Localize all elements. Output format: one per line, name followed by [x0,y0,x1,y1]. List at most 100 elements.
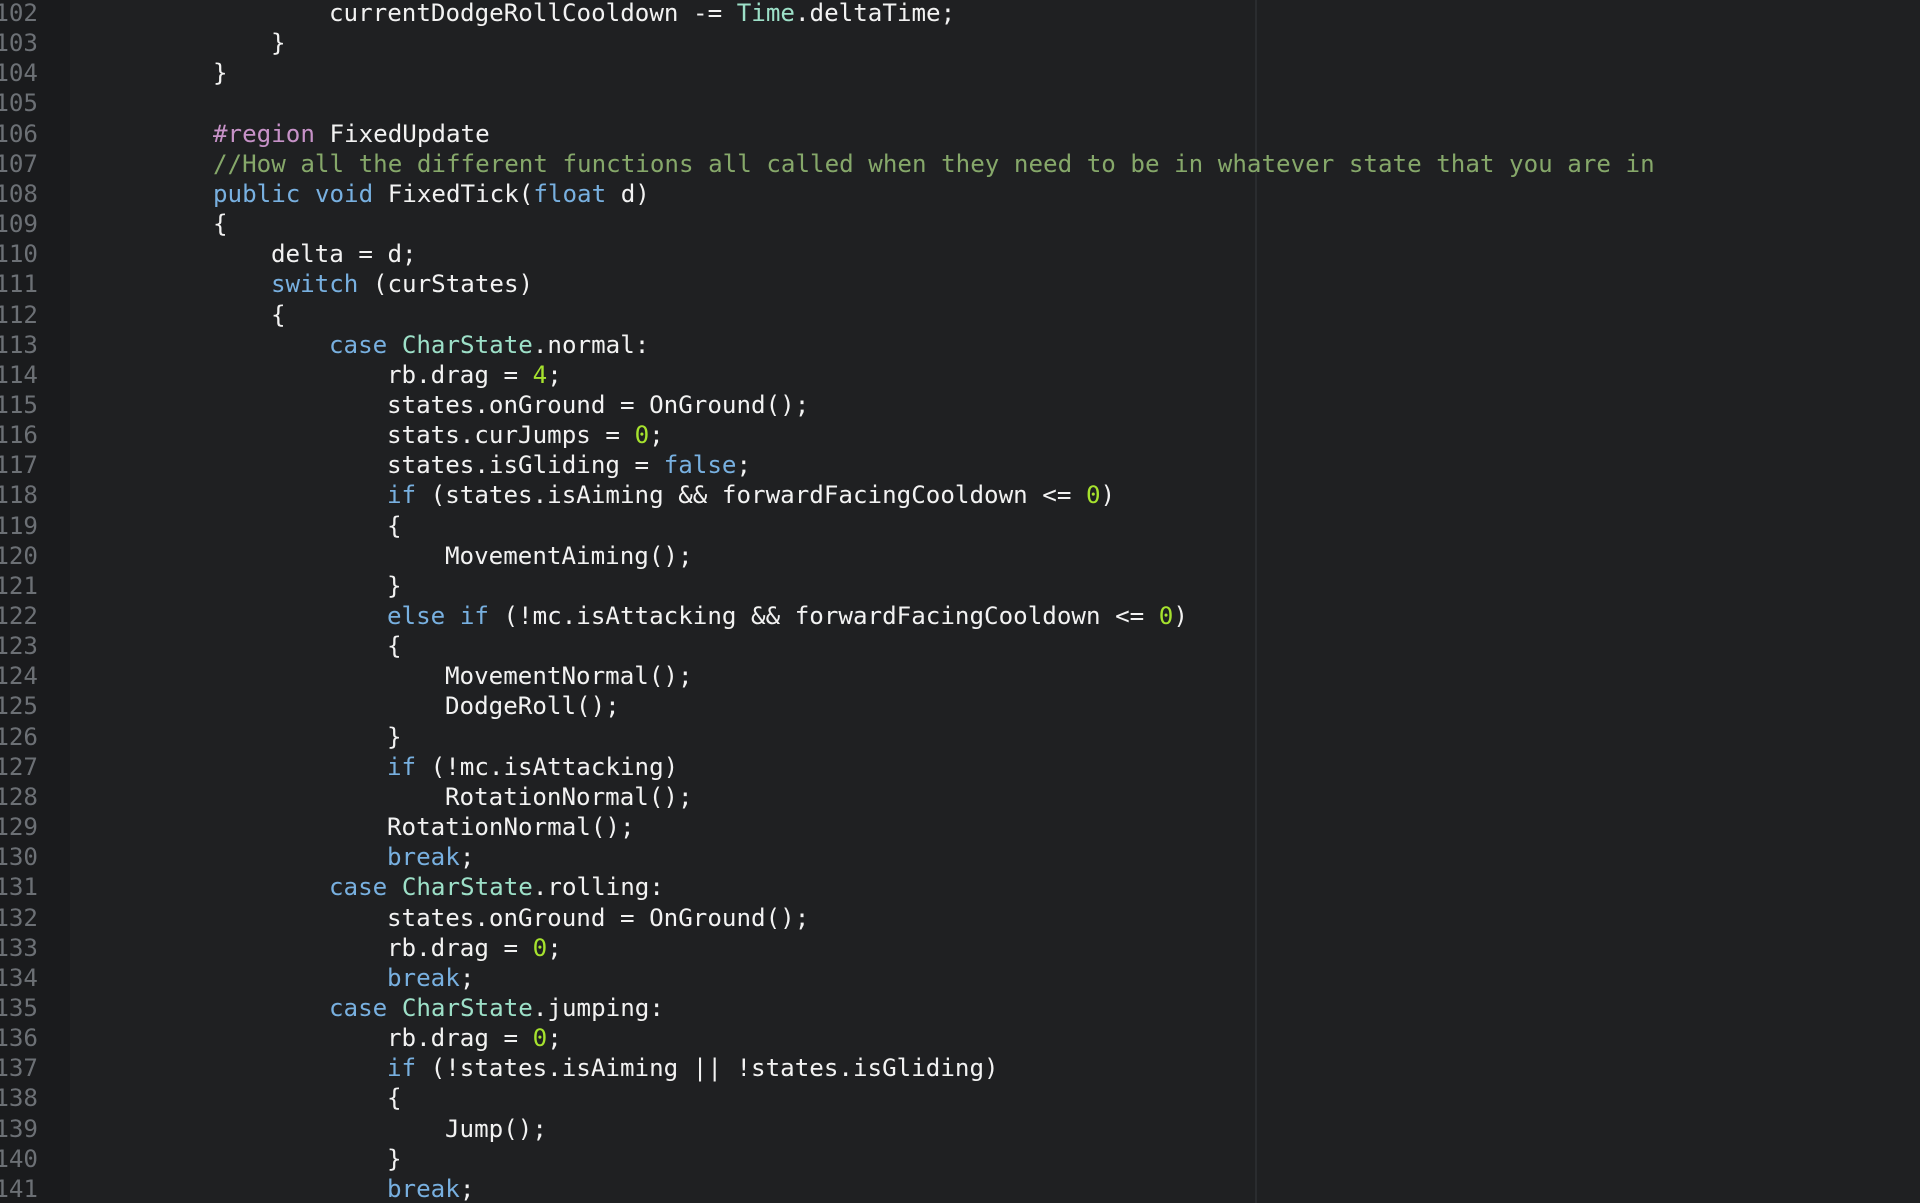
code-text: break; [387,1174,474,1203]
line-number: 107 [0,149,38,178]
code-token-plain: { [387,1084,402,1113]
code-line[interactable]: 134 break; [0,963,1920,993]
code-text: { [387,511,402,541]
code-text: if (!states.isAiming || !states.isGlidin… [387,1053,999,1083]
code-line[interactable]: 138 { [0,1083,1920,1113]
code-line[interactable]: 137 if (!states.isAiming || !states.isGli… [0,1053,1920,1083]
code-line[interactable]: 112 { [0,300,1920,330]
code-line[interactable]: 123 { [0,631,1920,661]
code-token-plain: (states.isAiming && forwardFacingCooldow… [416,481,1086,510]
code-text: case CharState.normal: [329,330,649,360]
code-line[interactable]: 131 case CharState.rolling: [0,872,1920,902]
code-line[interactable]: 122 else if (!mc.isAttacking && forwardFa… [0,601,1920,631]
code-text: else if (!mc.isAttacking && forwardFacin… [387,601,1188,631]
code-text: Jump(); [445,1114,547,1144]
code-line[interactable]: 121} [0,571,1920,601]
code-token-plain: currentDodgeRollCooldown -= [329,0,737,27]
code-line[interactable]: 126} [0,722,1920,752]
line-number: 141 [0,1174,38,1203]
code-line[interactable]: 124 MovementNormal(); [0,661,1920,691]
code-token-number: 0 [532,933,548,962]
code-line[interactable]: 117 states.isGliding = false; [0,450,1920,480]
line-number: 130 [0,843,38,872]
code-line[interactable]: 130 break; [0,842,1920,872]
code-line[interactable]: 125 DodgeRoll(); [0,691,1920,721]
code-token-plain: ; [459,963,475,992]
line-number: 109 [0,210,38,239]
code-line[interactable]: 127 if (!mc.isAttacking) [0,752,1920,782]
code-token-keyword: if [387,752,417,781]
line-number: 127 [0,752,38,781]
code-line[interactable]: 104} [0,58,1920,88]
code-line[interactable]: 141 break; [0,1174,1920,1203]
code-token-plain: ; [649,421,664,450]
code-line[interactable]: 113 case CharState.normal: [0,330,1920,360]
code-line[interactable]: 119 { [0,511,1920,541]
code-line[interactable]: 118 if (states.isAiming && forwardFacingC… [0,480,1920,510]
line-number: 132 [0,903,38,932]
code-line[interactable]: 132 states.onGround = OnGround(); [0,903,1920,933]
line-number: 117 [0,451,38,480]
code-text: public void FixedTick(float d) [213,179,650,209]
code-line[interactable]: 102 currentDodgeRollCooldown -= Time.delt… [0,0,1920,28]
code-text: MovementAiming(); [445,541,693,571]
code-line[interactable]: 133 rb.drag = 0; [0,933,1920,963]
code-text: } [387,571,402,601]
code-token-plain: .jumping: [532,993,664,1022]
code-line[interactable]: 110 delta = d; [0,239,1920,269]
line-number: 103 [0,29,38,58]
code-line[interactable]: 103} [0,28,1920,58]
code-text: DodgeRoll(); [445,691,620,721]
code-editor[interactable]: 102 currentDodgeRollCooldown -= Time.delt… [0,0,1920,1203]
code-line[interactable]: 107 //How all the different functions all… [0,149,1920,179]
code-token-keyword: break [387,1174,460,1203]
code-line[interactable]: 120 MovementAiming(); [0,541,1920,571]
code-text: case CharState.rolling: [329,872,664,902]
code-token-plain: (curStates) [358,270,534,299]
code-line[interactable]: 115 states.onGround = OnGround(); [0,390,1920,420]
line-number: 115 [0,390,38,419]
code-text: #region FixedUpdate [213,119,490,149]
code-token-plain: ; [547,360,562,389]
line-number: 105 [0,89,38,118]
code-line[interactable]: 116 stats.curJumps = 0; [0,420,1920,450]
code-token-plain: RotationNormal(); [445,782,693,811]
code-text: states.onGround = OnGround(); [387,903,809,933]
code-token-plain: (!mc.isAttacking) [416,752,679,781]
code-text: { [387,1083,402,1113]
line-number: 131 [0,873,38,902]
code-text: stats.curJumps = 0; [387,420,664,450]
line-number: 104 [0,59,38,88]
code-line[interactable]: 105 [0,88,1920,118]
code-line[interactable]: 114 rb.drag = 4; [0,360,1920,390]
line-number: 139 [0,1114,38,1143]
code-line[interactable]: 111 switch (curStates) [0,269,1920,299]
code-area[interactable]: 102 currentDodgeRollCooldown -= Time.delt… [0,0,1920,1203]
code-text: case CharState.jumping: [329,993,664,1023]
code-line[interactable]: 108 public void FixedTick(float d) [0,179,1920,209]
code-line[interactable]: 129 RotationNormal(); [0,812,1920,842]
code-token-keyword: float [533,179,607,208]
code-line[interactable]: 136 rb.drag = 0; [0,1023,1920,1053]
code-token-number: 0 [1085,481,1101,510]
line-number: 112 [0,300,38,329]
code-text: break; [387,963,474,993]
code-line[interactable]: 128 RotationNormal(); [0,782,1920,812]
code-line[interactable]: 109 { [0,209,1920,239]
code-token-type: CharState [401,873,533,902]
code-token-keyword: else [387,602,446,630]
code-token-plain: { [387,632,402,661]
code-token-plain: delta = d; [271,240,417,269]
code-token-plain: states.onGround = OnGround(); [387,390,810,419]
code-token-type: CharState [401,993,533,1022]
code-line[interactable]: 135 case CharState.jumping: [0,993,1920,1023]
code-line[interactable]: 140} [0,1144,1920,1174]
code-token-plain: rb.drag = [387,360,533,389]
line-number: 102 [0,0,38,27]
code-token-keyword: if [387,1054,417,1083]
code-line[interactable]: 139 Jump(); [0,1114,1920,1144]
code-token-plain: Jump(); [445,1114,547,1143]
code-line[interactable]: 106 #region FixedUpdate [0,119,1920,149]
